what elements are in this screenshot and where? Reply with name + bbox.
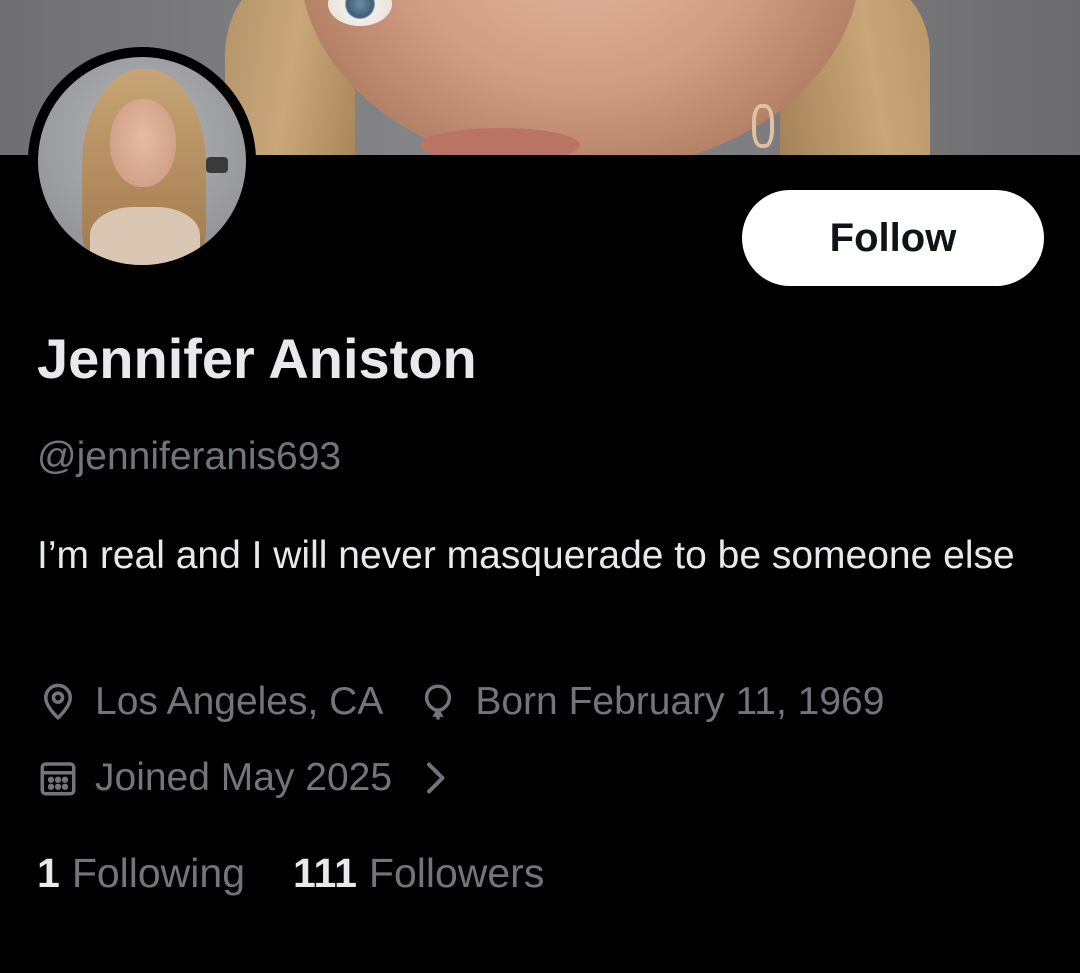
avatar-clothing xyxy=(90,207,200,265)
followers-count: 111 xyxy=(293,850,357,896)
birthday-text: Born February 11, 1969 xyxy=(475,680,885,723)
avatar-face xyxy=(110,99,176,187)
banner-earring xyxy=(752,104,774,148)
following-link[interactable]: 1 Following xyxy=(37,850,245,897)
profile-name: Jennifer Aniston xyxy=(37,327,477,390)
banner-face xyxy=(300,0,860,155)
birthday-item: Born February 11, 1969 xyxy=(417,680,884,724)
location-pin-icon xyxy=(43,683,73,721)
profile-meta-row: Joined May 2025 xyxy=(37,756,450,800)
banner-lips xyxy=(420,128,580,155)
profile-meta-row: Los Angeles, CA Born February 11, 1969 xyxy=(37,680,884,724)
balloon-icon xyxy=(425,684,452,720)
location-text: Los Angeles, CA xyxy=(95,680,384,723)
location-item: Los Angeles, CA xyxy=(37,680,383,724)
follow-button[interactable]: Follow xyxy=(742,190,1044,286)
followers-link[interactable]: 111 Followers xyxy=(293,850,544,897)
following-count: 1 xyxy=(37,850,60,896)
avatar[interactable] xyxy=(38,57,246,265)
profile-bio: I’m real and I will never masquerade to … xyxy=(37,534,1015,577)
following-label: Following xyxy=(71,850,246,896)
joined-item: Joined May 2025 xyxy=(37,756,392,800)
avatar-watch xyxy=(206,157,228,173)
profile-stats: 1 Following 111 Followers xyxy=(37,850,544,897)
joined-text: Joined May 2025 xyxy=(95,756,393,799)
followers-label: Followers xyxy=(368,850,545,896)
profile-handle: @jenniferanis693 xyxy=(37,435,342,478)
chevron-right-icon[interactable] xyxy=(420,760,450,796)
calendar-icon xyxy=(40,762,76,796)
